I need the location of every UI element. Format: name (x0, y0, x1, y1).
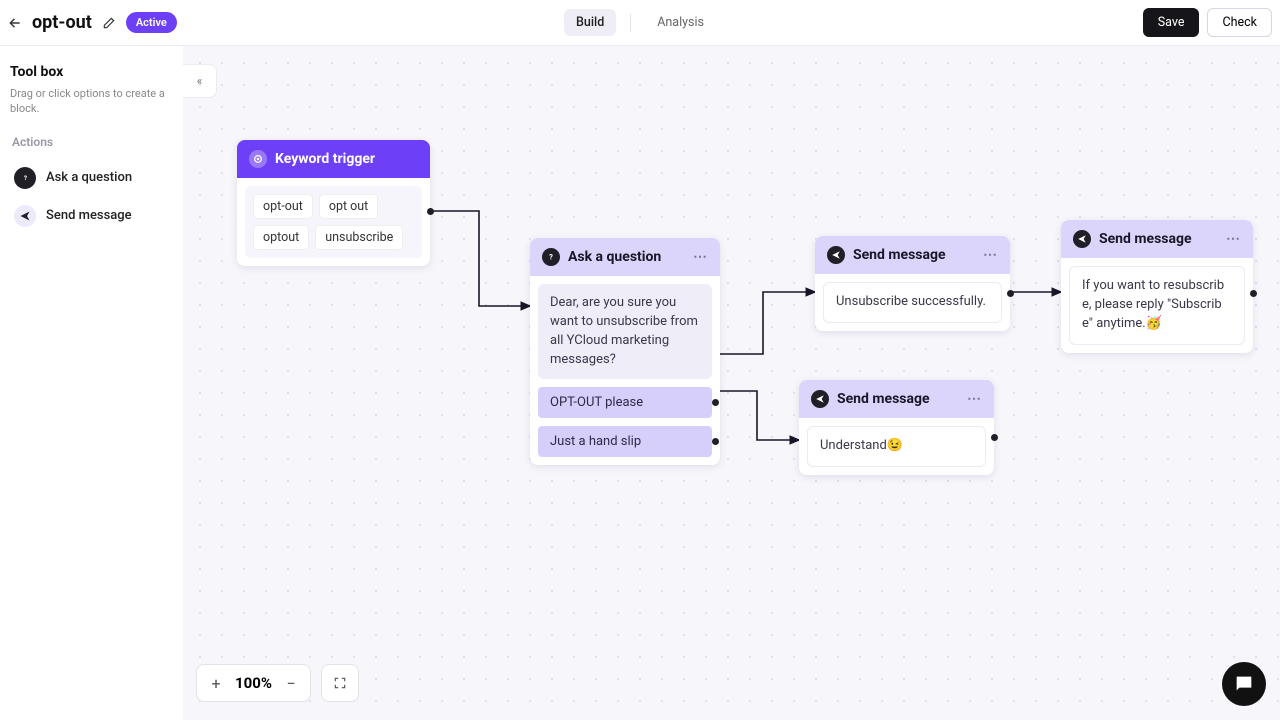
node-title: Send message (1099, 231, 1192, 247)
node-menu-icon[interactable]: ⋯ (693, 249, 708, 265)
output-port[interactable] (427, 208, 434, 215)
chat-fab[interactable] (1222, 662, 1266, 706)
check-button[interactable]: Check (1207, 8, 1272, 37)
node-keyword-trigger[interactable]: Keyword trigger opt-out opt out optout u… (237, 140, 430, 266)
zoom-value: 100% (229, 674, 278, 692)
keyword-chip[interactable]: unsubscribe (315, 225, 403, 250)
send-icon (14, 205, 36, 227)
node-menu-icon[interactable]: ⋯ (983, 247, 998, 263)
actions-label: Actions (12, 135, 171, 149)
node-send-message[interactable]: Send message ⋯ Understand😉 (799, 380, 994, 475)
svg-text:?: ? (549, 253, 553, 262)
keyword-chip[interactable]: opt out (319, 194, 378, 219)
node-title: Send message (853, 247, 946, 263)
node-menu-icon[interactable]: ⋯ (967, 391, 982, 407)
action-label: Send message (46, 208, 132, 223)
save-button[interactable]: Save (1143, 8, 1200, 37)
option-label: OPT-OUT please (550, 395, 643, 410)
zoom-out-button[interactable]: − (278, 674, 304, 693)
node-title: Ask a question (568, 249, 661, 265)
node-title: Keyword trigger (275, 151, 375, 167)
svg-text:?: ? (23, 174, 26, 182)
tab-separator (630, 14, 631, 32)
zoom-in-button[interactable]: + (203, 674, 229, 693)
sidebar: Tool box Drag or click options to create… (0, 46, 183, 720)
action-ask-question[interactable]: ? Ask a question (10, 159, 173, 197)
output-port[interactable] (991, 434, 998, 441)
tab-analysis[interactable]: Analysis (645, 9, 716, 36)
action-send-message[interactable]: Send message (10, 197, 173, 235)
output-port[interactable] (712, 399, 719, 406)
node-title: Send message (837, 391, 930, 407)
keyword-chipbox: opt-out opt out optout unsubscribe (245, 186, 422, 258)
question-icon: ? (14, 167, 36, 189)
tab-build[interactable]: Build (564, 9, 616, 36)
keyword-chip[interactable]: optout (253, 225, 309, 250)
keyword-chip[interactable]: opt-out (253, 194, 313, 219)
output-port[interactable] (1007, 290, 1014, 297)
send-icon (1073, 230, 1091, 248)
back-icon[interactable] (8, 16, 22, 30)
node-send-message[interactable]: Send message ⋯ Unsubscribe successfully. (815, 236, 1010, 331)
message-body: If you want to resubscribe, please reply… (1069, 266, 1245, 345)
status-badge: Active (126, 12, 177, 33)
zoom-control: + 100% − (196, 664, 311, 702)
message-body: Understand😉 (807, 426, 986, 467)
edit-icon[interactable] (102, 16, 116, 30)
send-icon (811, 390, 829, 408)
flow-canvas[interactable]: Keyword trigger opt-out opt out optout u… (183, 46, 1280, 720)
send-icon (827, 246, 845, 264)
question-option[interactable]: OPT-OUT please (538, 387, 712, 418)
flow-title: opt-out (32, 12, 92, 33)
node-ask-question[interactable]: ? Ask a question ⋯ Dear, are you sure yo… (530, 238, 720, 465)
option-label: Just a hand slip (550, 434, 641, 449)
trigger-icon (249, 150, 267, 168)
toolbox-desc: Drag or click options to create a block. (10, 86, 173, 117)
question-prompt: Dear, are you sure you want to unsubscri… (538, 284, 712, 379)
question-icon: ? (542, 248, 560, 266)
action-label: Ask a question (46, 170, 132, 185)
fit-screen-button[interactable] (321, 664, 359, 702)
output-port[interactable] (712, 438, 719, 445)
node-menu-icon[interactable]: ⋯ (1226, 231, 1241, 247)
message-body: Unsubscribe successfully. (823, 282, 1002, 323)
toolbox-title: Tool box (10, 64, 173, 80)
question-option[interactable]: Just a hand slip (538, 426, 712, 457)
output-port[interactable] (1250, 290, 1257, 297)
node-send-message[interactable]: Send message ⋯ If you want to resubscrib… (1061, 220, 1253, 353)
